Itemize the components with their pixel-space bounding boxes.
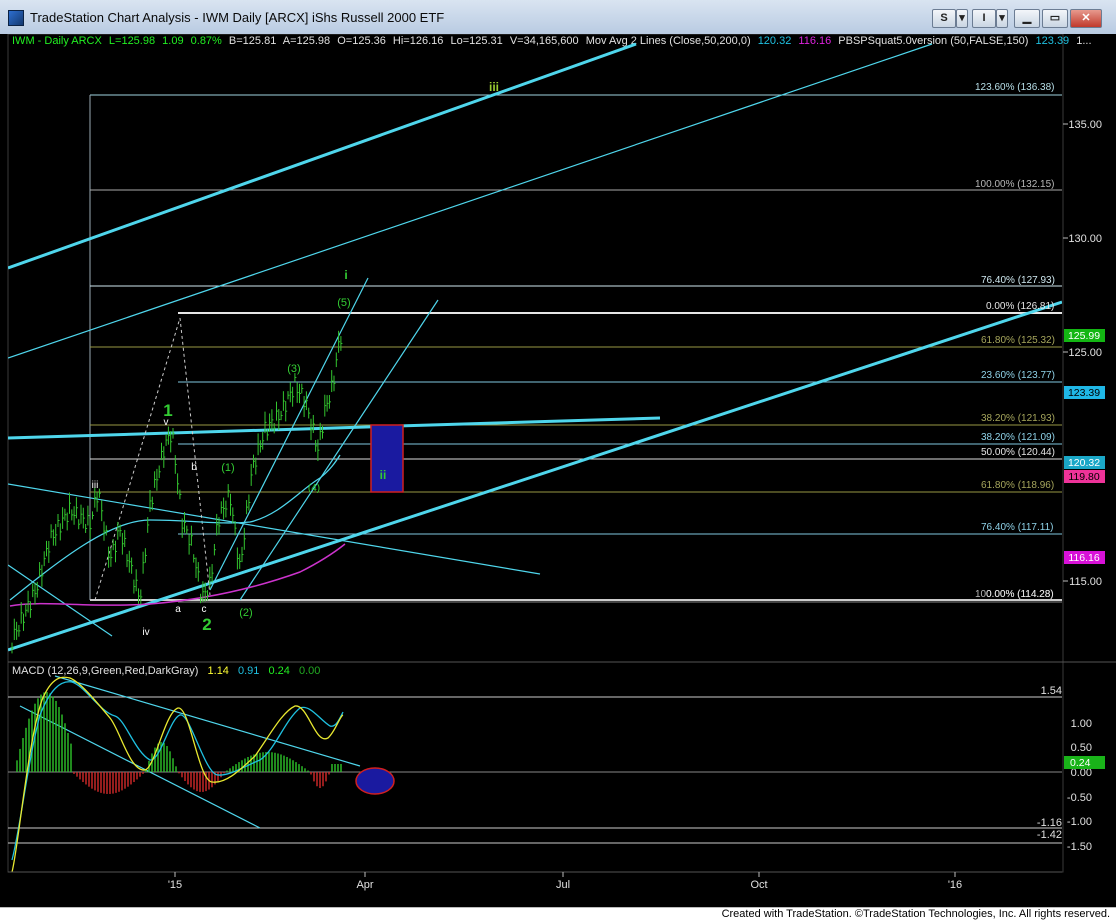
- high-price: Hi=126.16: [393, 35, 443, 47]
- fib-level-label: 50.00% (120.44): [981, 447, 1055, 458]
- status-bar: Created with TradeStation. ©TradeStation…: [0, 907, 1116, 921]
- wave-label: (1): [221, 462, 234, 474]
- date-label: '16: [948, 879, 962, 891]
- macd-tick-label: -0.50: [1067, 792, 1092, 804]
- date-label: Apr: [356, 879, 373, 891]
- fib-level-label: 0.00% (114.28): [986, 589, 1054, 600]
- ma-slow-value: 116.16: [798, 35, 831, 47]
- date-label: Oct: [750, 879, 767, 891]
- fib-level-label: 100.00% (132.15): [975, 179, 1055, 190]
- window-titlebar: TradeStation Chart Analysis - IWM Daily …: [0, 0, 1116, 35]
- moving-average-label: Mov Avg 2 Lines (Close,50,200,0): [586, 35, 751, 47]
- chart-area[interactable]: IWM - Daily ARCX L=125.98 1.09 0.87% B=1…: [0, 33, 1116, 907]
- price-badge-label: 120.32: [1068, 457, 1100, 469]
- macd-value: 1.14: [208, 665, 229, 677]
- macd-signal-value: 0.91: [238, 665, 259, 677]
- fib-level-label: 76.40% (117.11): [981, 522, 1053, 533]
- wave-label: 2: [202, 615, 211, 634]
- styles-button[interactable]: S: [932, 9, 956, 28]
- fib-level-label: 38.20% (121.93): [981, 413, 1055, 424]
- wave-label: a: [175, 604, 181, 615]
- close-icon[interactable]: ✕: [1070, 9, 1102, 28]
- price-tick-label: 135.00: [1068, 119, 1102, 131]
- macd-badge-label: 0.24: [1070, 757, 1091, 769]
- wave-label: v: [164, 417, 169, 428]
- wave-label: (4): [308, 483, 320, 494]
- fib-level-label: 61.80% (125.32): [981, 335, 1055, 346]
- minimize-icon[interactable]: ▁: [1014, 9, 1040, 28]
- copyright-footer: Created with TradeStation. ©TradeStation…: [721, 908, 1110, 920]
- ma-fast-value: 120.32: [758, 35, 792, 47]
- macd-tick-label: -1.00: [1067, 816, 1092, 828]
- macd-tick-label: -1.50: [1067, 841, 1092, 853]
- insert-dropdown-arrow-icon[interactable]: ▾: [996, 9, 1008, 28]
- macd-diff-value: 0.24: [268, 665, 289, 677]
- fib-level-label: 38.20% (121.09): [981, 432, 1055, 443]
- fib-level-label: 123.60% (136.38): [975, 82, 1055, 93]
- insert-button[interactable]: I: [972, 9, 996, 28]
- header-trail: 1...: [1076, 35, 1091, 47]
- open-price: O=125.36: [337, 35, 386, 47]
- indicator-value: 123.39: [1036, 35, 1070, 47]
- low-price: Lo=125.31: [450, 35, 502, 47]
- macd-tick-label: 0.50: [1071, 742, 1092, 754]
- price-tick-label: 130.00: [1068, 233, 1102, 245]
- wave-label: iii: [92, 480, 99, 491]
- wave-label: iii: [489, 80, 499, 94]
- maximize-icon[interactable]: ▭: [1042, 9, 1068, 28]
- date-label: Jul: [556, 879, 570, 891]
- fib-level-label: 76.40% (127.93): [981, 275, 1055, 286]
- wave-label: ii: [380, 468, 387, 482]
- symbol-label: IWM - Daily ARCX: [12, 35, 103, 47]
- macd-label: MACD (12,26,9,Green,Red,DarkGray): [12, 665, 198, 677]
- fib-level-label: 0.00% (126.81): [986, 301, 1054, 312]
- wave-label: c: [202, 604, 207, 615]
- price-change-pct: 0.87%: [191, 35, 222, 47]
- price-badge-label: 119.80: [1068, 471, 1099, 483]
- macd-tick-label: -1.42: [1037, 829, 1062, 841]
- wave-label: b: [191, 462, 197, 473]
- wave-label: (2): [239, 607, 252, 619]
- date-label: '15: [168, 879, 182, 891]
- chart-svg[interactable]: IWM - Daily ARCX L=125.98 1.09 0.87% B=1…: [0, 33, 1116, 907]
- fib-level-label: 23.60% (123.77): [981, 370, 1055, 381]
- wave-label: (3): [287, 363, 300, 375]
- macd-header: MACD (12,26,9,Green,Red,DarkGray) 1.14 0…: [12, 665, 320, 677]
- price-tick-label: 115.00: [1069, 576, 1102, 588]
- wave-ii-target-box: [370, 424, 404, 493]
- price-change: 1.09: [162, 35, 183, 47]
- window-title: TradeStation Chart Analysis - IWM Daily …: [30, 10, 445, 25]
- wave-label: iv: [142, 627, 149, 638]
- price-badge-label: 116.16: [1068, 552, 1099, 564]
- price-tick-label: 125.00: [1068, 347, 1102, 359]
- macd-target-ellipse: [355, 767, 395, 795]
- wave-label: i: [344, 268, 347, 282]
- styles-dropdown-arrow-icon[interactable]: ▾: [956, 9, 968, 28]
- fib-level-label: 61.80% (118.96): [981, 480, 1054, 491]
- volume: V=34,165,600: [510, 35, 579, 47]
- macd-tick-label: 1.00: [1071, 718, 1092, 730]
- price-badge-label: 125.99: [1068, 330, 1100, 342]
- tradestation-app-icon: [8, 10, 24, 26]
- macd-tick-label: -1.16: [1037, 817, 1062, 829]
- macd-zero-value: 0.00: [299, 665, 320, 677]
- macd-tick-label: 1.54: [1041, 685, 1062, 697]
- price-badge-label: 123.39: [1068, 387, 1100, 399]
- bid-price: B=125.81: [229, 35, 276, 47]
- last-price: L=125.98: [109, 35, 155, 47]
- ask-price: A=125.98: [283, 35, 330, 47]
- indicator-label: PBSPSquat5.0version (50,FALSE,150): [838, 35, 1028, 47]
- wave-label: (5): [337, 297, 350, 309]
